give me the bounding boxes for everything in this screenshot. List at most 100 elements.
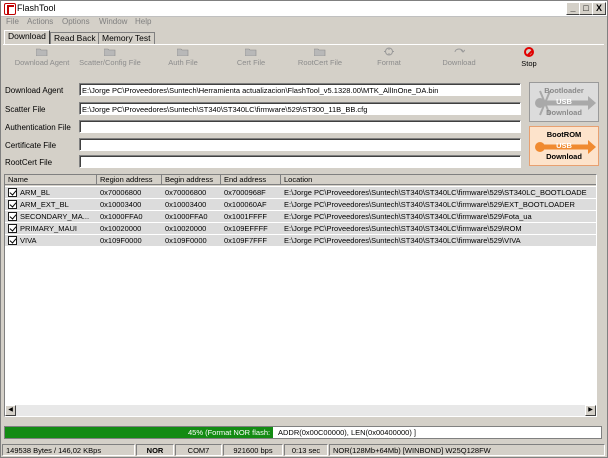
- row-location: E:\Jorge PC\Proveedores\Suntech\ST340\ST…: [284, 212, 532, 221]
- folder-icon: [36, 48, 48, 56]
- table-row[interactable]: SECONDARY_MA... 0x1000FFA0 0x1000FFA0 0x…: [5, 211, 596, 222]
- auth-file-button[interactable]: Auth File: [153, 47, 213, 67]
- download-agent-button[interactable]: Download Agent: [12, 47, 72, 67]
- table-row[interactable]: ARM_EXT_BL 0x10003400 0x10003400 0x10006…: [5, 199, 596, 210]
- authentication-file-field-label: Authentication File: [5, 123, 71, 132]
- row-region-address: 0x70006800: [100, 188, 142, 197]
- certificate-file-field-label: Certificate File: [5, 141, 57, 150]
- column-location[interactable]: Location: [281, 175, 596, 185]
- bootrom-download-label: Download: [546, 152, 582, 161]
- menu-file[interactable]: File: [6, 17, 19, 26]
- download-icon: [454, 48, 465, 53]
- bootloader-download-label: Download: [546, 108, 582, 117]
- table-row[interactable]: PRIMARY_MAUI 0x10020000 0x10020000 0x109…: [5, 223, 596, 234]
- column-name[interactable]: Name: [5, 175, 97, 185]
- bootloader-label: Bootloader: [544, 86, 584, 95]
- row-region-address: 0x109F0000: [100, 236, 142, 245]
- minimize-button[interactable]: _: [566, 2, 580, 15]
- tab-read-back[interactable]: Read Back: [50, 32, 100, 44]
- column-begin-address[interactable]: Begin address: [162, 175, 221, 185]
- row-end-address: 0x109EFFFF: [224, 224, 268, 233]
- progress-label: 45% (Format NOR flash:: [188, 428, 271, 437]
- menu-window[interactable]: Window: [99, 17, 127, 26]
- row-region-address: 0x1000FFA0: [100, 212, 143, 221]
- stop-icon: [524, 47, 534, 57]
- menu-actions[interactable]: Actions: [27, 17, 53, 26]
- certificate-file-field[interactable]: [79, 138, 521, 151]
- scatter-config-file-button[interactable]: Scatter/Config File: [78, 47, 142, 67]
- close-button[interactable]: X: [592, 2, 606, 15]
- certificate-file-row: Certificate File: [5, 138, 523, 152]
- rootcert-file-field[interactable]: [79, 155, 521, 168]
- row-name: PRIMARY_MAUI: [20, 224, 77, 233]
- row-region-address: 0x10003400: [100, 200, 142, 209]
- row-end-address: 0x109F7FFF: [224, 236, 267, 245]
- window-title: FlashTool: [17, 3, 56, 13]
- stop-button[interactable]: Stop: [499, 47, 559, 68]
- rootcert-file-button[interactable]: RootCert File: [290, 47, 350, 67]
- progress-detail: ADDR(0x00C00000), LEN(0x00400000) ]: [278, 428, 416, 437]
- download-agent-field-label: Download Agent: [5, 86, 64, 95]
- row-end-address: 0x100060AF: [224, 200, 267, 209]
- auth-file-label: Auth File: [168, 58, 198, 67]
- tab-memory-test[interactable]: Memory Test: [98, 32, 155, 44]
- row-name: ARM_BL: [20, 188, 51, 197]
- bootloader-usb-label: USB: [556, 97, 572, 106]
- table-row[interactable]: ARM_BL 0x70006800 0x70006800 0x7000968F …: [5, 187, 596, 198]
- cert-file-button[interactable]: Cert File: [221, 47, 281, 67]
- column-end-address[interactable]: End address: [221, 175, 281, 185]
- title-bar: FlashTool _ □ X: [1, 1, 607, 17]
- stop-label: Stop: [521, 59, 537, 68]
- column-region-address[interactable]: Region address: [97, 175, 162, 185]
- status-bar: 149538 Bytes / 146,02 KBps NOR COM7 9216…: [1, 443, 607, 457]
- row-checkbox[interactable]: [8, 188, 17, 197]
- row-location: E:\Jorge PC\Proveedores\Suntech\ST340\ST…: [284, 224, 522, 233]
- download-button[interactable]: Download: [429, 47, 489, 67]
- row-begin-address: 0x10020000: [165, 224, 207, 233]
- bootloader-usb-download-button[interactable]: Bootloader USB Download: [529, 82, 599, 122]
- scroll-right-button[interactable]: ▶: [585, 405, 596, 416]
- toolbar: Download Agent Scatter/Config File Auth …: [3, 47, 603, 75]
- row-begin-address: 0x10003400: [165, 200, 207, 209]
- format-icon: [384, 47, 394, 56]
- row-location: E:\Jorge PC\Proveedores\Suntech\ST340\ST…: [284, 188, 587, 197]
- image-list[interactable]: Name Region address Begin address End ad…: [4, 174, 597, 417]
- download-label: Download: [442, 58, 476, 67]
- status-com-port: COM7: [175, 444, 222, 456]
- rootcert-file-field-label: RootCert File: [5, 158, 53, 167]
- bootrom-usb-download-button[interactable]: BootROM USB Download: [529, 126, 599, 166]
- table-row[interactable]: VIVA 0x109F0000 0x109F0000 0x109F7FFF E:…: [5, 235, 596, 246]
- folder-icon: [177, 48, 189, 56]
- format-button[interactable]: Format: [359, 47, 419, 67]
- row-checkbox[interactable]: [8, 212, 17, 221]
- bootrom-usb-label: USB: [556, 141, 572, 150]
- scatter-file-field[interactable]: E:\Jorge PC\Proveedores\Suntech\ST340\ST…: [79, 102, 521, 115]
- row-checkbox[interactable]: [8, 224, 17, 233]
- menu-options[interactable]: Options: [62, 17, 90, 26]
- rootcert-file-row: RootCert File: [5, 155, 523, 169]
- status-elapsed-time: 0:13 sec: [284, 444, 328, 456]
- authentication-file-row: Authentication File: [5, 120, 523, 134]
- status-bytes: 149538 Bytes / 146,02 KBps: [2, 444, 135, 456]
- tab-download[interactable]: Download: [4, 30, 50, 44]
- menu-help[interactable]: Help: [135, 17, 151, 26]
- row-end-address: 0x7000968F: [224, 188, 266, 197]
- row-checkbox[interactable]: [8, 200, 17, 209]
- status-flash-type: NOR: [136, 444, 174, 456]
- scatter-file-row: Scatter File E:\Jorge PC\Proveedores\Sun…: [5, 102, 523, 116]
- maximize-button[interactable]: □: [579, 2, 593, 15]
- authentication-file-field[interactable]: [79, 120, 521, 133]
- download-agent-field[interactable]: E:\Jorge PC\Proveedores\Suntech\Herramie…: [79, 83, 521, 96]
- row-checkbox[interactable]: [8, 236, 17, 245]
- list-header: Name Region address Begin address End ad…: [5, 175, 596, 186]
- download-agent-row: Download Agent E:\Jorge PC\Proveedores\S…: [5, 83, 523, 97]
- folder-icon: [314, 48, 326, 56]
- status-flash-info: NOR(128Mb+64Mb) [WINBOND] W25Q128FW: [329, 444, 605, 456]
- menu-bar: File Actions Options Window Help: [1, 16, 607, 28]
- horizontal-scrollbar[interactable]: ◀ ▶: [5, 405, 596, 416]
- row-location: E:\Jorge PC\Proveedores\Suntech\ST340\ST…: [284, 200, 575, 209]
- row-name: VIVA: [20, 236, 37, 245]
- scatter-file-field-label: Scatter File: [5, 105, 46, 114]
- bootrom-label: BootROM: [546, 130, 582, 139]
- scroll-left-button[interactable]: ◀: [5, 405, 16, 416]
